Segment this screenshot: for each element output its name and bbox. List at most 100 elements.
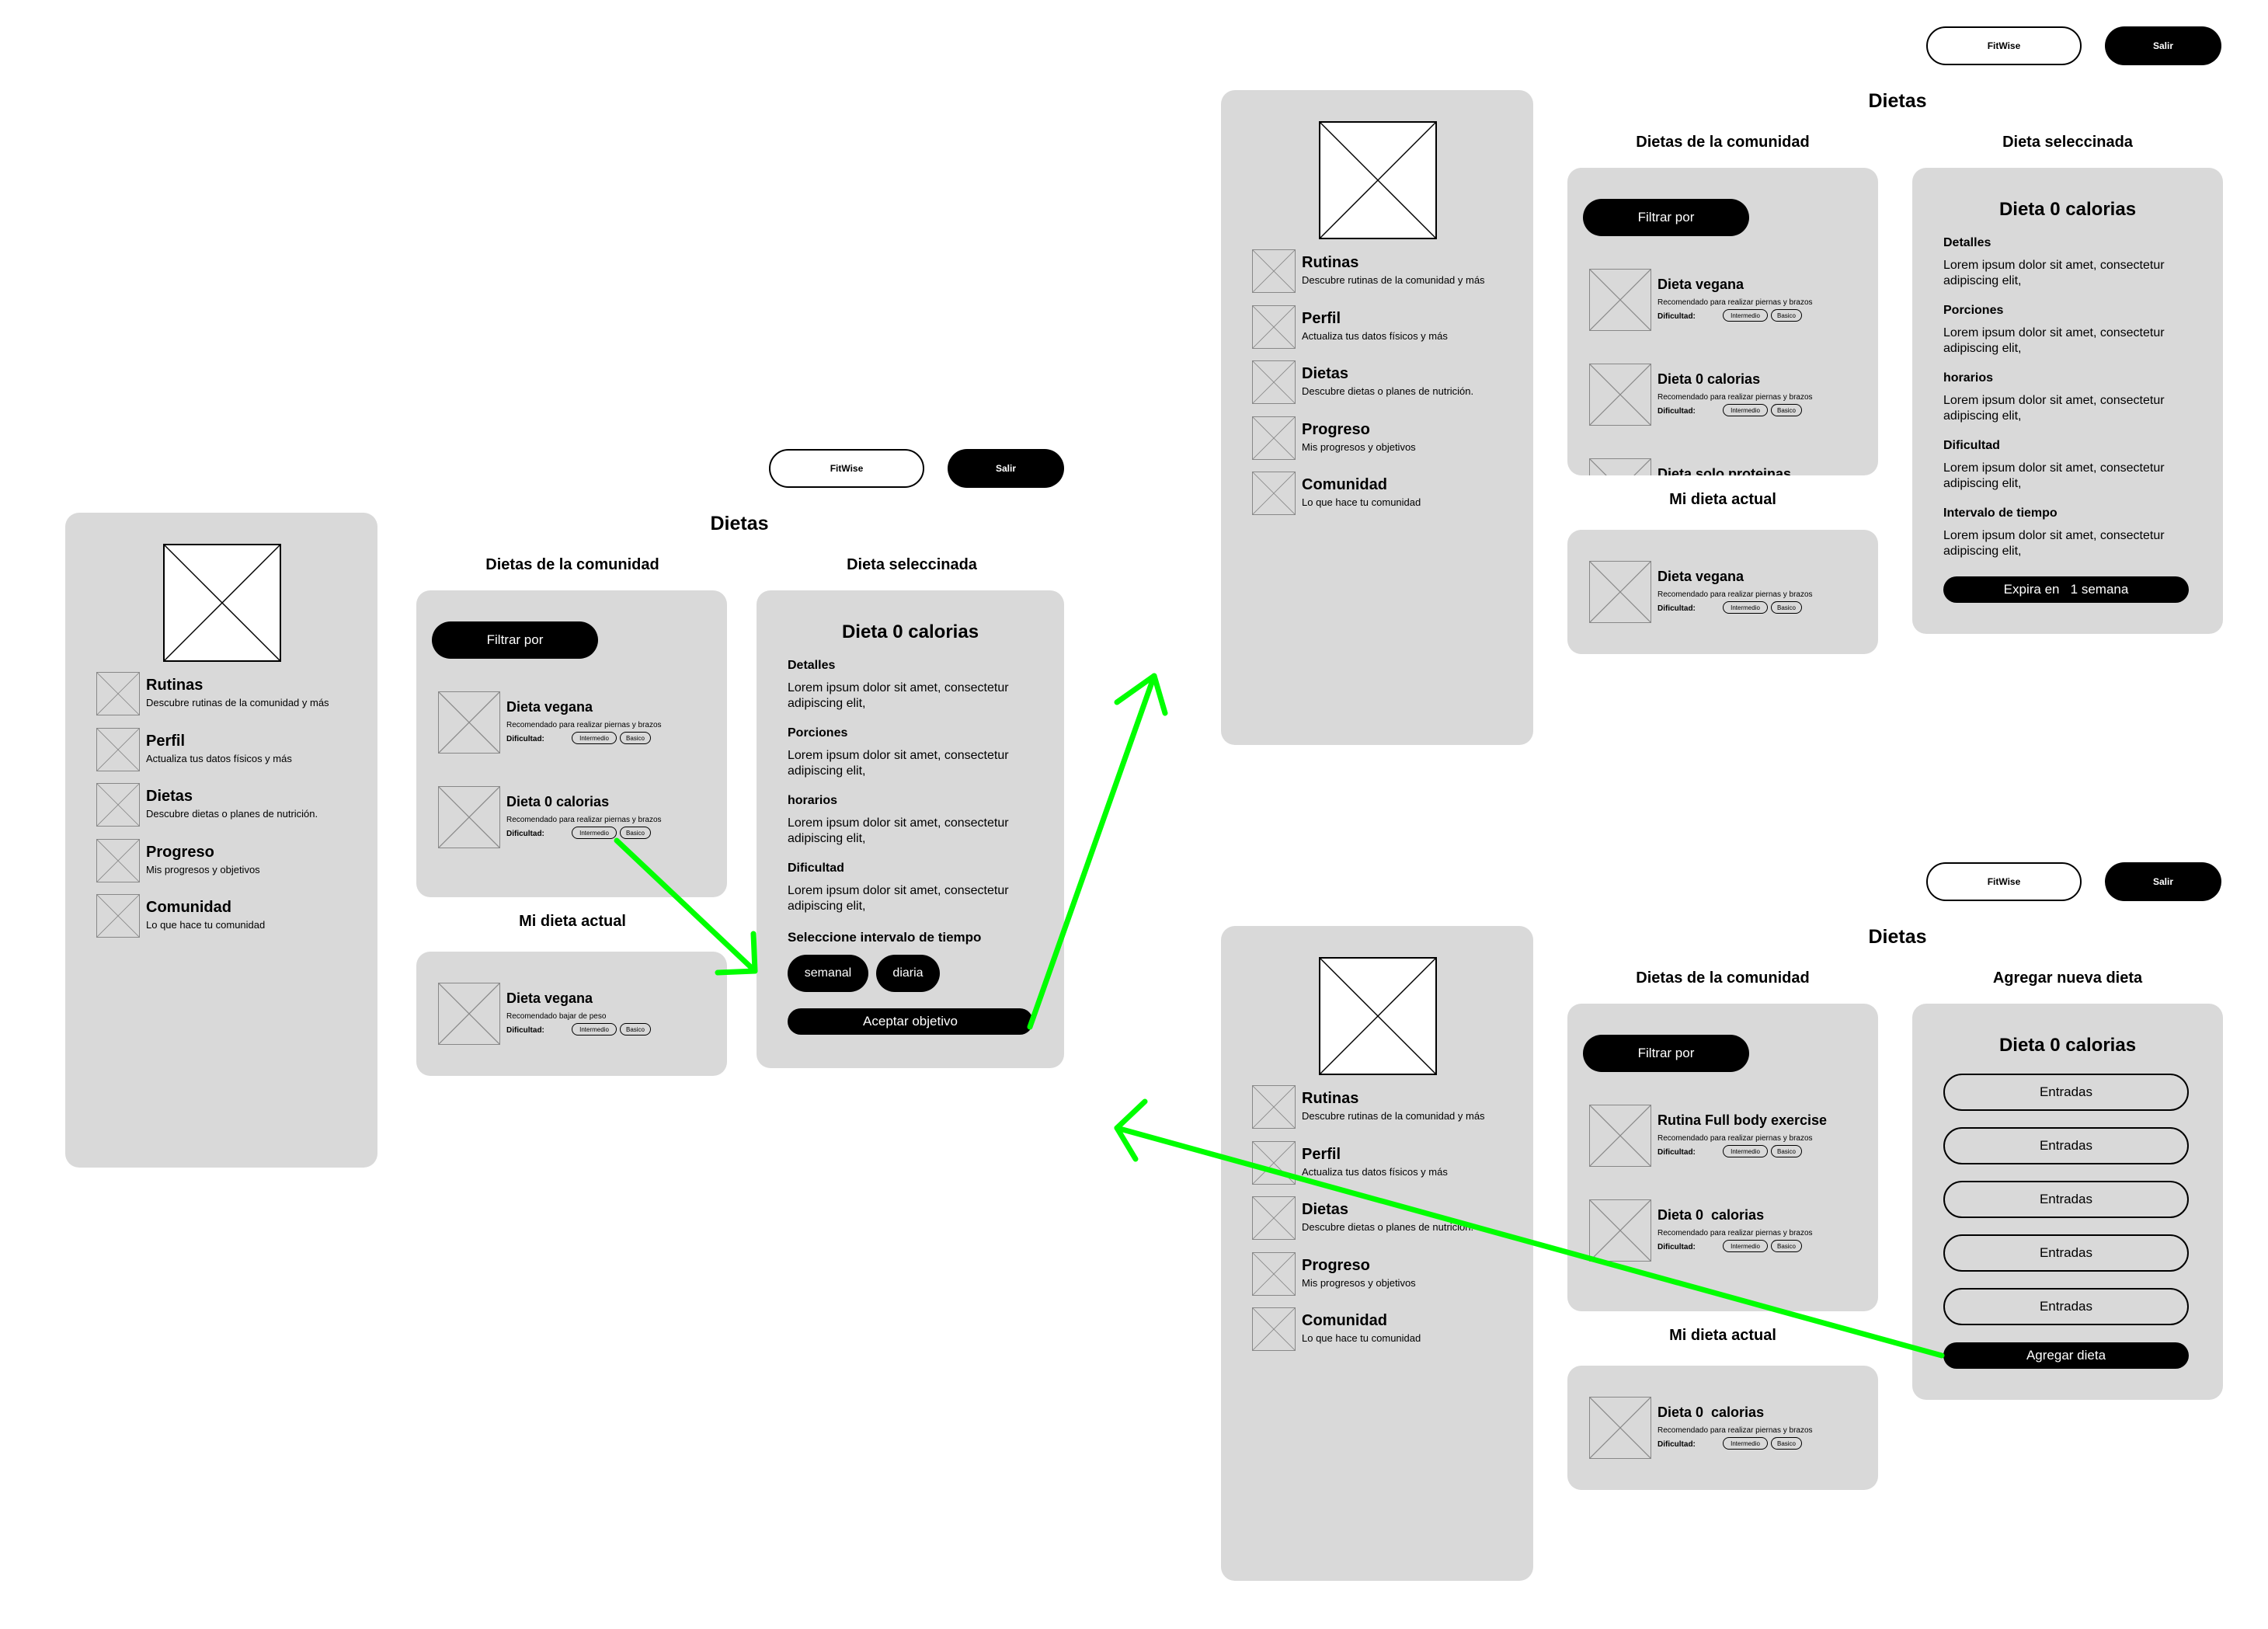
rutinas-icon [1252, 249, 1296, 293]
sidebar-item-comunidad[interactable]: Comunidad Lo que hace tu comunidad [1252, 1307, 1516, 1351]
list-item[interactable]: Dieta 0 calorias Recomendado para realiz… [1589, 1397, 1869, 1462]
tag-basico[interactable]: Basico [1771, 309, 1802, 322]
current-panel: Dieta 0 calorias Recomendado para realiz… [1567, 1366, 1878, 1490]
interval-semanal-button[interactable]: semanal [788, 955, 868, 992]
sidebar-item-dietas[interactable]: Dietas Descubre dietas o planes de nutri… [1252, 1196, 1516, 1240]
section-body: adipiscing elit, [1943, 545, 2022, 558]
sidebar-item-dietas[interactable]: Dietas Descubre dietas o planes de nutri… [96, 783, 360, 827]
item-name: Dieta vegana [1658, 569, 1744, 584]
tag-intermedio[interactable]: Intermedio [1723, 601, 1768, 614]
interval-diaria-button[interactable]: diaria [876, 955, 940, 992]
list-item[interactable]: Dieta 0 calorias Recomendado para realiz… [1589, 1199, 1869, 1265]
current-panel: Dieta vegana Recomendado para realizar p… [1567, 530, 1878, 654]
sidebar-item-label: Progreso [146, 844, 214, 861]
list-item[interactable]: Dieta solo proteinas [1589, 458, 1869, 475]
sidebar-item-progreso[interactable]: Progreso Mis progresos y objetivos [1252, 1252, 1516, 1296]
current-panel: Dieta vegana Recomendado bajar de peso D… [416, 952, 727, 1076]
sidebar-item-rutinas[interactable]: Rutinas Descubre rutinas de la comunidad… [1252, 1085, 1516, 1129]
perfil-icon [1252, 1141, 1296, 1185]
tag-basico[interactable]: Basico [1771, 1145, 1802, 1157]
entrada-field[interactable]: Entradas [1943, 1074, 2189, 1111]
sidebar-item-rutinas[interactable]: Rutinas Descubre rutinas de la comunidad… [96, 672, 360, 715]
sidebar-item-label: Progreso [1302, 421, 1370, 438]
entrada-field[interactable]: Entradas [1943, 1288, 2189, 1325]
section-head: Dificultad [788, 861, 844, 875]
current-heading: Mi dieta actual [1669, 491, 1776, 508]
brand-button[interactable]: FitWise [1926, 26, 2082, 65]
section-body: Lorem ipsum dolor sit amet, consectetur [788, 816, 1009, 830]
list-item[interactable]: Dieta vegana Recomendado bajar de peso D… [438, 983, 718, 1048]
logout-button[interactable]: Salir [2105, 26, 2221, 65]
image-placeholder-icon [1589, 1105, 1651, 1167]
add-diet-button[interactable]: Agregar dieta [1943, 1342, 2189, 1369]
filter-button[interactable]: Filtrar por [1583, 1035, 1749, 1072]
tag-basico[interactable]: Basico [620, 1023, 651, 1036]
section-body: adipiscing elit, [1943, 409, 2022, 423]
list-item[interactable]: Dieta vegana Recomendado para realizar p… [1589, 269, 1869, 334]
sidebar-item-perfil[interactable]: Perfil Actualiza tus datos físicos y más [1252, 1141, 1516, 1185]
image-placeholder-icon [1589, 269, 1651, 331]
accept-goal-button[interactable]: Aceptar objetivo [788, 1008, 1033, 1035]
tag-intermedio[interactable]: Intermedio [1723, 309, 1768, 322]
logout-button[interactable]: Salir [948, 449, 1064, 488]
flow-arrow-accept-head [1114, 673, 1168, 716]
sidebar-item-desc: Mis progresos y objetivos [146, 864, 260, 875]
comunidad-icon [1252, 472, 1296, 515]
entrada-field[interactable]: Entradas [1943, 1181, 2189, 1218]
sidebar-item-label: Perfil [146, 733, 186, 750]
entrada-field[interactable]: Entradas [1943, 1234, 2189, 1272]
dietas-icon [96, 783, 140, 827]
tag-intermedio[interactable]: Intermedio [1723, 1145, 1768, 1157]
section-body: Lorem ipsum dolor sit amet, consectetur [788, 749, 1009, 762]
tag-intermedio[interactable]: Intermedio [572, 827, 617, 839]
filter-button[interactable]: Filtrar por [1583, 199, 1749, 236]
progreso-icon [1252, 416, 1296, 460]
sidebar-item-perfil[interactable]: Perfil Actualiza tus datos físicos y más [1252, 305, 1516, 349]
tag-basico[interactable]: Basico [620, 827, 651, 839]
tag-intermedio[interactable]: Intermedio [572, 1023, 617, 1036]
tag-intermedio[interactable]: Intermedio [1723, 1240, 1768, 1252]
sidebar-item-rutinas[interactable]: Rutinas Descubre rutinas de la comunidad… [1252, 249, 1516, 293]
section-body: Lorem ipsum dolor sit amet, consectetur [1943, 461, 2165, 475]
tag-basico[interactable]: Basico [1771, 404, 1802, 416]
sidebar-item-desc: Descubre dietas o planes de nutrición. [1302, 385, 1474, 397]
difficulty-label: Dificultad: [506, 735, 544, 743]
sidebar-item-comunidad[interactable]: Comunidad Lo que hace tu comunidad [96, 894, 360, 938]
brand-button[interactable]: FitWise [769, 449, 924, 488]
flow-arrow-add-head [1114, 1098, 1148, 1162]
add-heading: Agregar nueva dieta [1992, 969, 2143, 987]
expires-button[interactable]: Expira en 1 semana [1943, 576, 2189, 603]
brand-button[interactable]: FitWise [1926, 862, 2082, 901]
tag-intermedio[interactable]: Intermedio [1723, 404, 1768, 416]
entrada-field[interactable]: Entradas [1943, 1127, 2189, 1164]
sidebar-item-desc: Descubre rutinas de la comunidad y más [1302, 274, 1485, 286]
interval-label: Seleccione intervalo de tiempo [788, 930, 982, 945]
current-heading: Mi dieta actual [1669, 1327, 1776, 1344]
tag-basico[interactable]: Basico [1771, 1240, 1802, 1252]
list-item[interactable]: Rutina Full body exercise Recomendado pa… [1589, 1105, 1869, 1170]
selected-heading: Dieta seleccinada [847, 556, 977, 573]
image-placeholder-icon [1589, 364, 1651, 426]
item-desc: Recomendado bajar de peso [506, 1012, 607, 1021]
list-item[interactable]: Dieta 0 calorias Recomendado para realiz… [1589, 364, 1869, 429]
list-item[interactable]: Dieta vegana Recomendado para realizar p… [438, 691, 718, 757]
sidebar-item-comunidad[interactable]: Comunidad Lo que hace tu comunidad [1252, 472, 1516, 515]
tag-basico[interactable]: Basico [1771, 1437, 1802, 1450]
dietas-icon [1252, 360, 1296, 404]
item-desc: Recomendado para realizar piernas y braz… [506, 816, 662, 824]
list-item[interactable]: Dieta vegana Recomendado para realizar p… [1589, 561, 1869, 626]
item-name: Rutina Full body exercise [1658, 1112, 1828, 1128]
sidebar-item-desc: Descubre dietas o planes de nutrición. [146, 808, 318, 820]
list-item[interactable]: Dieta 0 calorias Recomendado para realiz… [438, 786, 718, 851]
tag-intermedio[interactable]: Intermedio [572, 732, 617, 744]
filter-button[interactable]: Filtrar por [432, 621, 598, 659]
sidebar-item-progreso[interactable]: Progreso Mis progresos y objetivos [1252, 416, 1516, 460]
sidebar-item-perfil[interactable]: Perfil Actualiza tus datos físicos y más [96, 728, 360, 771]
tag-intermedio[interactable]: Intermedio [1723, 1437, 1768, 1450]
tag-basico[interactable]: Basico [620, 732, 651, 744]
sidebar-item-dietas[interactable]: Dietas Descubre dietas o planes de nutri… [1252, 360, 1516, 404]
sidebar-item-progreso[interactable]: Progreso Mis progresos y objetivos [96, 839, 360, 882]
tag-basico[interactable]: Basico [1771, 601, 1802, 614]
logout-button[interactable]: Salir [2105, 862, 2221, 901]
item-desc: Recomendado para realizar piernas y braz… [1658, 590, 1813, 599]
